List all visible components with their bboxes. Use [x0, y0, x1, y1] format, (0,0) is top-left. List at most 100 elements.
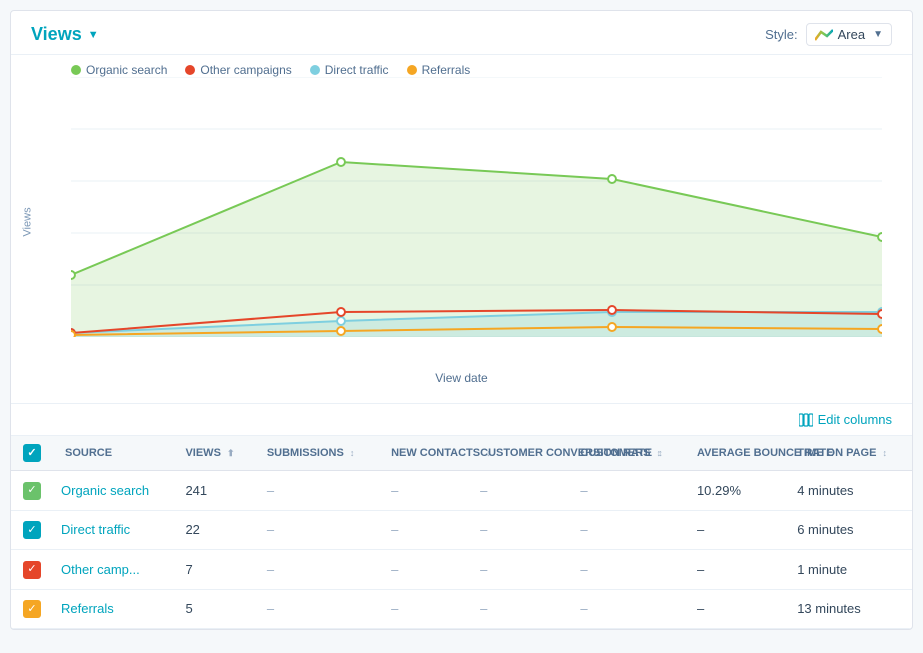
- td-ccr-2: –: [468, 550, 568, 590]
- views-title-dropdown[interactable]: Views ▼: [31, 24, 99, 45]
- style-value-text: Area: [838, 27, 865, 42]
- td-source-2[interactable]: Other camp...: [53, 550, 173, 590]
- td-time-0: 4 minutes: [785, 471, 912, 511]
- td-time-3: 13 minutes: [785, 589, 912, 629]
- area-chart-icon: [815, 28, 833, 42]
- td-submissions-3: –: [255, 589, 379, 629]
- td-new-contacts-0: –: [379, 471, 468, 511]
- views-sort-icon: ⬆: [227, 448, 235, 459]
- legend-label-other: Other campaigns: [200, 63, 291, 77]
- header-checkbox[interactable]: ✓: [23, 444, 41, 462]
- edit-columns-button[interactable]: Edit columns: [799, 412, 892, 427]
- td-ccr-1: –: [468, 510, 568, 550]
- table-row: ✓ Referrals 5 – – – – – 13 minutes: [11, 589, 912, 629]
- referrals-dot-2: [337, 327, 345, 335]
- table-body: ✓ Organic search 241 – – – – 10.29% 4 mi…: [11, 471, 912, 629]
- referrals-dot-1: [71, 331, 75, 337]
- td-views-2: 7: [173, 550, 254, 590]
- td-submissions-1: –: [255, 510, 379, 550]
- other-dot-4: [878, 310, 882, 318]
- td-new-contacts-2: –: [379, 550, 468, 590]
- table-header-row: ✓ SOURCE VIEWS ⬆ SUBMISSIONS ↕ NEW CONTA…: [11, 436, 912, 471]
- td-new-contacts-3: –: [379, 589, 468, 629]
- legend-item-other[interactable]: Other campaigns: [185, 63, 291, 77]
- table-toolbar: Edit columns: [11, 404, 912, 436]
- style-control: Style: Area ▼: [765, 23, 892, 46]
- td-source-3[interactable]: Referrals: [53, 589, 173, 629]
- td-checkbox-0: ✓: [11, 471, 53, 511]
- th-views[interactable]: VIEWS ⬆: [173, 436, 254, 471]
- td-ccr-3: –: [468, 589, 568, 629]
- td-views-0: 241: [173, 471, 254, 511]
- main-container: Views ▼ Style: Area ▼: [10, 10, 913, 630]
- legend-dot-other: [185, 65, 195, 75]
- customers-sort-icon: ↕: [657, 448, 662, 458]
- chart-header: Views ▼ Style: Area ▼: [11, 11, 912, 55]
- caret-icon: ▼: [88, 29, 99, 41]
- legend-item-organic[interactable]: Organic search: [71, 63, 167, 77]
- legend-dot-organic: [71, 65, 81, 75]
- edit-columns-label: Edit columns: [818, 412, 892, 427]
- td-checkbox-1: ✓: [11, 510, 53, 550]
- submissions-sort-icon: ↕: [350, 448, 355, 458]
- other-dot-2: [337, 308, 345, 316]
- td-avg-bounce-0: 10.29%: [685, 471, 785, 511]
- legend-item-direct[interactable]: Direct traffic: [310, 63, 389, 77]
- legend-item-referrals[interactable]: Referrals: [407, 63, 471, 77]
- views-title-text: Views: [31, 24, 82, 45]
- chart-svg: 125 100 75 50 25 0 10/28/2018 11/4/2018 …: [71, 77, 882, 337]
- table-section: Edit columns ✓ SOURCE VIEWS ⬆: [11, 403, 912, 629]
- td-new-contacts-1: –: [379, 510, 468, 550]
- td-checkbox-3: ✓: [11, 589, 53, 629]
- x-axis-label: View date: [31, 367, 892, 393]
- th-new-contacts[interactable]: NEW CONTACTS ↕: [379, 436, 468, 471]
- td-checkbox-2: ✓: [11, 550, 53, 590]
- style-label: Style:: [765, 27, 798, 42]
- td-customers-3: –: [568, 589, 685, 629]
- table-row: ✓ Organic search 241 – – – – 10.29% 4 mi…: [11, 471, 912, 511]
- td-views-1: 22: [173, 510, 254, 550]
- check-icon: ✓: [27, 564, 36, 575]
- data-table: ✓ SOURCE VIEWS ⬆ SUBMISSIONS ↕ NEW CONTA…: [11, 436, 912, 629]
- other-dot-3: [608, 306, 616, 314]
- th-customers[interactable]: CUSTOMERS ↕: [568, 436, 685, 471]
- td-time-1: 6 minutes: [785, 510, 912, 550]
- td-avg-bounce-1: –: [685, 510, 785, 550]
- chart-wrapper: Views 125 100 75 50 25 0: [31, 77, 892, 367]
- direct-dot-2: [337, 317, 345, 325]
- td-customers-0: –: [568, 471, 685, 511]
- chart-area: Views 125 100 75 50 25 0: [11, 77, 912, 403]
- th-time-on-page[interactable]: TIME ON PAGE ↕: [785, 436, 912, 471]
- organic-dot-2: [337, 158, 345, 166]
- referrals-dot-4: [878, 325, 882, 333]
- th-source: SOURCE: [53, 436, 173, 471]
- row-checkbox-1[interactable]: ✓: [23, 521, 41, 539]
- check-icon: ✓: [27, 604, 36, 615]
- row-checkbox-2[interactable]: ✓: [23, 561, 41, 579]
- td-submissions-0: –: [255, 471, 379, 511]
- td-customers-1: –: [568, 510, 685, 550]
- table-row: ✓ Other camp... 7 – – – – – 1 minute: [11, 550, 912, 590]
- td-source-1[interactable]: Direct traffic: [53, 510, 173, 550]
- row-checkbox-0[interactable]: ✓: [23, 482, 41, 500]
- style-dropdown-caret: ▼: [873, 29, 883, 40]
- td-avg-bounce-2: –: [685, 550, 785, 590]
- th-checkbox: ✓: [11, 436, 53, 471]
- td-views-3: 5: [173, 589, 254, 629]
- edit-columns-icon: [799, 413, 813, 427]
- td-submissions-2: –: [255, 550, 379, 590]
- th-customer-conversion[interactable]: CUSTOMER CONVERSION RATE ↕: [468, 436, 568, 471]
- organic-dot-1: [71, 271, 75, 279]
- check-icon: ✓: [27, 525, 36, 536]
- legend-dot-referrals: [407, 65, 417, 75]
- th-avg-bounce[interactable]: AVERAGE BOUNCE RATE ↕: [685, 436, 785, 471]
- legend-label-organic: Organic search: [86, 63, 167, 77]
- row-checkbox-3[interactable]: ✓: [23, 600, 41, 618]
- style-selector-dropdown[interactable]: Area ▼: [806, 23, 892, 46]
- check-icon: ✓: [27, 485, 36, 496]
- legend-label-direct: Direct traffic: [325, 63, 389, 77]
- check-icon: ✓: [27, 448, 36, 459]
- td-source-0[interactable]: Organic search: [53, 471, 173, 511]
- th-submissions[interactable]: SUBMISSIONS ↕: [255, 436, 379, 471]
- time-sort-icon: ↕: [883, 448, 888, 458]
